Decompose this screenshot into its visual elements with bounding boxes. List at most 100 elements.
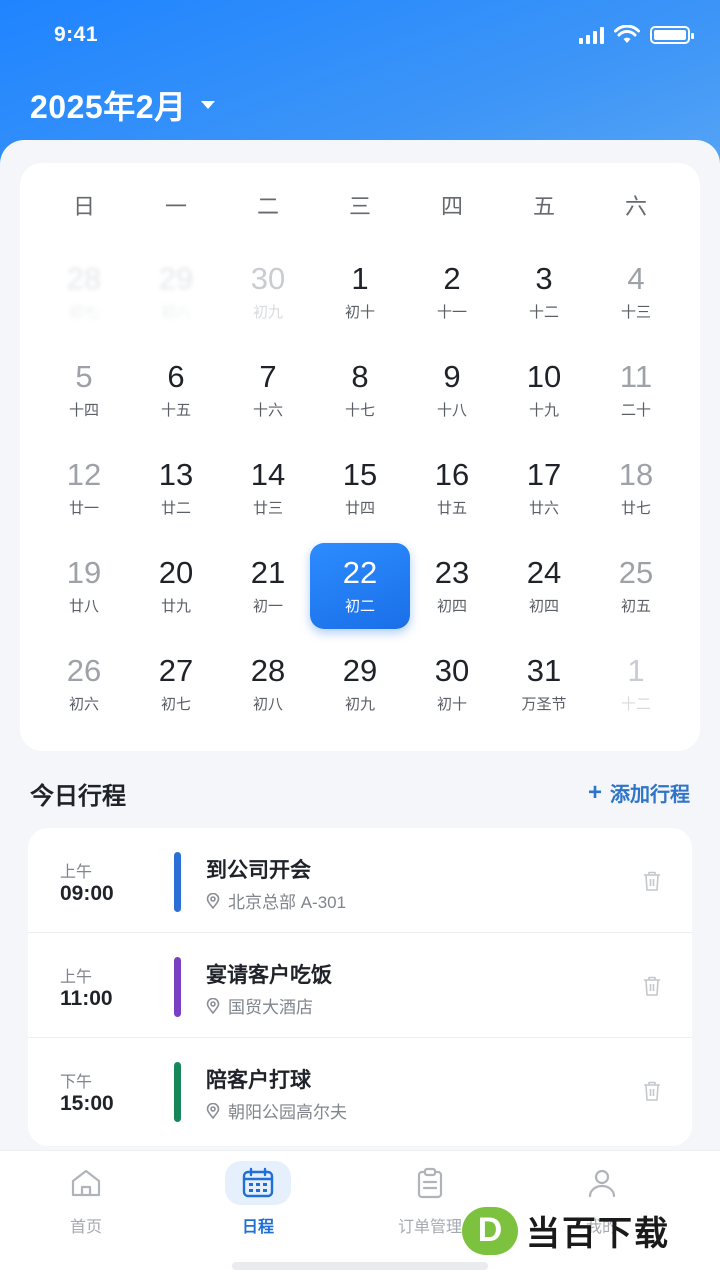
day-number: 31 bbox=[526, 653, 562, 689]
calendar-day[interactable]: 25 初五 bbox=[590, 543, 682, 629]
clipboard-icon bbox=[397, 1161, 463, 1205]
calendar-day[interactable]: 24 初四 bbox=[498, 543, 590, 629]
lunar-date: 廿一 bbox=[68, 499, 99, 517]
calendar-day[interactable]: 10 十九 bbox=[498, 347, 590, 433]
lunar-date: 廿八 bbox=[68, 597, 99, 615]
lunar-date: 初一 bbox=[252, 597, 283, 615]
weekday-label: 五 bbox=[532, 194, 555, 219]
day-number: 28 bbox=[66, 261, 102, 297]
calendar-day[interactable]: 27 初七 bbox=[130, 641, 222, 727]
lunar-date: 初九 bbox=[344, 695, 375, 713]
day-number: 8 bbox=[351, 359, 369, 395]
calendar-day[interactable]: 6 十五 bbox=[130, 347, 222, 433]
wifi-icon bbox=[614, 25, 640, 43]
delete-event-button[interactable] bbox=[642, 870, 662, 897]
calendar-day[interactable]: 1 初十 bbox=[314, 249, 406, 335]
day-number: 24 bbox=[526, 555, 562, 591]
event-title: 到公司开会 bbox=[206, 859, 311, 882]
weekday-label: 二 bbox=[256, 194, 279, 219]
day-number: 30 bbox=[434, 653, 470, 689]
calendar-day[interactable]: 8 十七 bbox=[314, 347, 406, 433]
calendar-day[interactable]: 11 二十 bbox=[590, 347, 682, 433]
lunar-date: 廿三 bbox=[252, 499, 283, 517]
delete-event-button[interactable] bbox=[642, 975, 662, 1002]
schedule-item[interactable]: 上午 09:00 到公司开会 北京总部 A-301 bbox=[28, 828, 692, 933]
calendar-day[interactable]: 13 廿二 bbox=[130, 445, 222, 531]
lunar-date: 初四 bbox=[436, 597, 467, 615]
calendar-day[interactable]: 7 十六 bbox=[222, 347, 314, 433]
tab-home[interactable]: 首页 bbox=[0, 1151, 172, 1280]
calendar-week-row: 26 初六 27 初七 28 初八 29 初九 30 初十 31 万圣节 1 十二 bbox=[38, 641, 682, 739]
weekday-label: 四 bbox=[440, 194, 463, 219]
day-number: 1 bbox=[351, 261, 369, 297]
day-number: 13 bbox=[158, 457, 194, 493]
day-number: 10 bbox=[526, 359, 562, 395]
day-number: 6 bbox=[167, 359, 185, 395]
watermark-logo: D bbox=[462, 1206, 518, 1255]
lunar-date: 十二 bbox=[528, 303, 559, 321]
tab-label: 订单管理 bbox=[397, 1219, 462, 1236]
calendar-week-row: 28 初七 29 初八 30 初九 1 初十 2 十一 3 十二 4 十三 bbox=[38, 249, 682, 347]
calendar-day[interactable]: 30 初十 bbox=[406, 641, 498, 727]
calendar-day[interactable]: 15 廿四 bbox=[314, 445, 406, 531]
calendar-day[interactable]: 28 初七 bbox=[38, 249, 130, 335]
tab-schedule[interactable]: 日程 bbox=[172, 1151, 344, 1280]
lunar-date: 十三 bbox=[620, 303, 651, 321]
location-pin-icon bbox=[206, 1102, 220, 1119]
calendar-day[interactable]: 30 初九 bbox=[222, 249, 314, 335]
calendar-day[interactable]: 14 廿三 bbox=[222, 445, 314, 531]
lunar-date: 万圣节 bbox=[521, 695, 567, 713]
lunar-date: 初九 bbox=[252, 303, 283, 321]
day-number: 5 bbox=[75, 359, 93, 395]
calendar-day[interactable]: 12 廿一 bbox=[38, 445, 130, 531]
month-selector[interactable]: 2025年2月 bbox=[30, 82, 217, 128]
day-number: 1 bbox=[627, 653, 645, 689]
calendar-week-row: 19 廿八 20 廿九 21 初一 22 初二 23 初四 24 初四 25 初五 bbox=[38, 543, 682, 641]
signal-icon bbox=[579, 26, 604, 44]
weekday-label: 一 bbox=[164, 194, 187, 219]
calendar-day[interactable]: 19 廿八 bbox=[38, 543, 130, 629]
event-color-bar bbox=[174, 1062, 181, 1122]
schedule-item[interactable]: 上午 11:00 宴请客户吃饭 国贸大酒店 bbox=[28, 933, 692, 1038]
lunar-date: 廿四 bbox=[344, 499, 375, 517]
add-schedule-button[interactable]: + 添加行程 bbox=[588, 778, 690, 807]
calendar-day-selected[interactable]: 22 初二 bbox=[310, 543, 410, 629]
schedule-item[interactable]: 下午 15:00 陪客户打球 朝阳公园高尔夫 bbox=[28, 1038, 692, 1143]
day-number: 26 bbox=[66, 653, 102, 689]
lunar-date: 初二 bbox=[344, 597, 375, 615]
day-number: 22 bbox=[342, 555, 378, 591]
calendar-day[interactable]: 29 初九 bbox=[314, 641, 406, 727]
lunar-date: 廿六 bbox=[528, 499, 559, 517]
lunar-date: 十二 bbox=[620, 695, 651, 713]
calendar-day[interactable]: 16 廿五 bbox=[406, 445, 498, 531]
delete-event-button[interactable] bbox=[642, 1080, 662, 1107]
calendar-day[interactable]: 18 廿七 bbox=[590, 445, 682, 531]
location-pin-icon bbox=[206, 997, 220, 1014]
calendar-day[interactable]: 9 十八 bbox=[406, 347, 498, 433]
lunar-date: 十六 bbox=[252, 401, 283, 419]
caret-down-icon bbox=[200, 101, 215, 109]
calendar-day[interactable]: 2 十一 bbox=[406, 249, 498, 335]
calendar-day[interactable]: 4 十三 bbox=[590, 249, 682, 335]
lunar-date: 初七 bbox=[68, 303, 99, 321]
lunar-date: 廿二 bbox=[160, 499, 191, 517]
calendar-day[interactable]: 20 廿九 bbox=[130, 543, 222, 629]
calendar-day[interactable]: 23 初四 bbox=[406, 543, 498, 629]
tab-label: 首页 bbox=[69, 1219, 102, 1236]
calendar-day[interactable]: 26 初六 bbox=[38, 641, 130, 727]
lunar-date: 初四 bbox=[528, 597, 559, 615]
calendar-day[interactable]: 28 初八 bbox=[222, 641, 314, 727]
calendar-day[interactable]: 17 廿六 bbox=[498, 445, 590, 531]
event-time: 09:00 bbox=[60, 882, 114, 905]
calendar-day[interactable]: 31 万圣节 bbox=[498, 641, 590, 727]
calendar-day[interactable]: 29 初八 bbox=[130, 249, 222, 335]
lunar-date: 廿九 bbox=[160, 597, 191, 615]
day-number: 23 bbox=[434, 555, 470, 591]
calendar-day[interactable]: 5 十四 bbox=[38, 347, 130, 433]
calendar-day[interactable]: 21 初一 bbox=[222, 543, 314, 629]
calendar-day[interactable]: 3 十二 bbox=[498, 249, 590, 335]
lunar-date: 初十 bbox=[344, 303, 375, 321]
lunar-date: 十八 bbox=[436, 401, 467, 419]
calendar-day[interactable]: 1 十二 bbox=[590, 641, 682, 727]
event-title: 宴请客户吃饭 bbox=[206, 964, 332, 987]
